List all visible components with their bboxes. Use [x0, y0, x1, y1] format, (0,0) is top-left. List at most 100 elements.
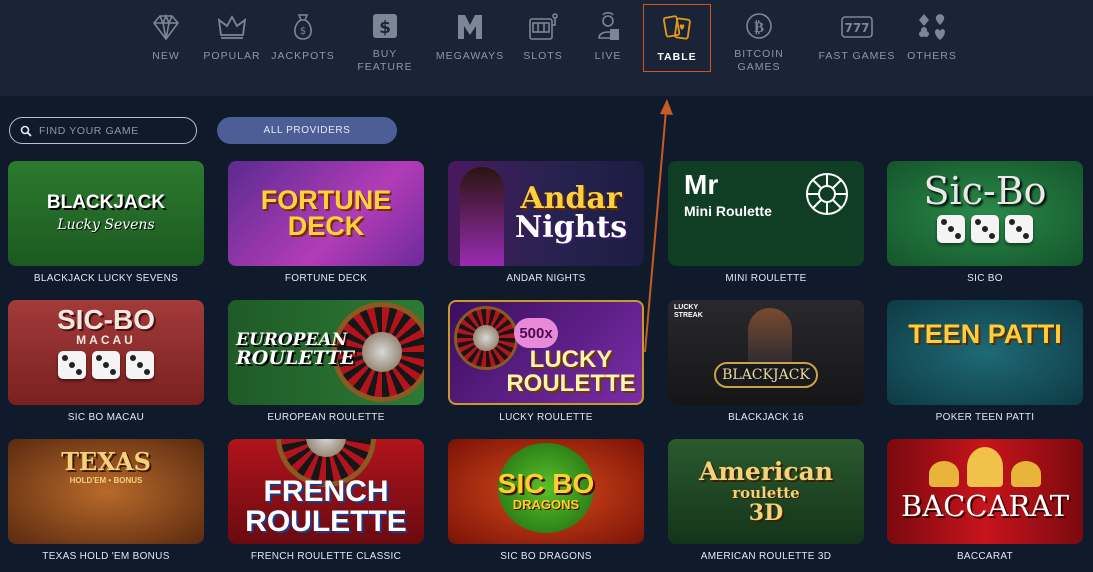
game-tile-blackjack-lucky-sevens[interactable]: BLACKJACK Lucky Sevens [8, 161, 204, 266]
category-bar: NEW POPULAR $ JACKPOTS $ BUY FEATURE MEG… [0, 0, 1093, 96]
tile-art-title: BLACKJACK [46, 192, 166, 214]
tile-art-title: TEEN PATTI [908, 319, 1062, 349]
game-name[interactable]: LUCKY ROULETTE [448, 412, 644, 423]
category-slots[interactable]: SLOTS [518, 4, 568, 72]
svg-text:$: $ [300, 26, 306, 37]
crown-icon [215, 10, 249, 44]
game-name[interactable]: EUROPEAN ROULETTE [228, 412, 424, 423]
game-name[interactable]: BACCARAT [887, 551, 1083, 562]
category-others[interactable]: OTHERS [906, 4, 958, 72]
game-name[interactable]: BLACKJACK LUCKY SEVENS [8, 273, 204, 284]
game-tile-andar-nights[interactable]: Andar Nights [448, 161, 644, 266]
svg-text:₿: ₿ [754, 18, 764, 36]
game-name[interactable]: MINI ROULETTE [668, 273, 864, 284]
search-input[interactable] [39, 124, 189, 137]
tile-art-title: Sic-Bo [923, 169, 1047, 213]
tile-art-subtitle: Mini Roulette [684, 203, 772, 219]
roulette-wheel-icon [806, 173, 848, 215]
game-name[interactable]: POKER TEEN PATTI [887, 412, 1083, 423]
tile-art-title: BACCARAT [900, 489, 1070, 523]
card-suits-icon [915, 10, 949, 44]
search-icon [20, 125, 32, 137]
game-tile-sic-bo-macau[interactable]: SIC-BO MACAU [8, 300, 204, 405]
tile-art-title: FRENCH [263, 475, 389, 508]
game-name[interactable]: FORTUNE DECK [228, 273, 424, 284]
tile-art-title: TEXAS [61, 447, 151, 476]
tile-art-subtitle: Lucky Sevens [57, 216, 155, 233]
category-label: MEGAWAYS [435, 50, 505, 62]
game-name[interactable]: TEXAS HOLD 'EM BONUS [8, 551, 204, 562]
svg-text:$: $ [379, 18, 391, 38]
game-tile-baccarat[interactable]: BACCARAT [887, 439, 1083, 544]
category-label: TABLE [657, 51, 697, 63]
all-providers-button[interactable]: ALL PROVIDERS [217, 117, 397, 144]
category-fast-games[interactable]: 777 FAST GAMES [818, 4, 896, 72]
category-label: OTHERS [907, 50, 957, 62]
tile-art-title: LUCKY [529, 346, 613, 373]
game-name[interactable]: SIC BO MACAU [8, 412, 204, 423]
tile-art-subtitle: ROULETTE [245, 505, 407, 538]
category-megaways[interactable]: MEGAWAYS [436, 4, 504, 72]
dice-group [934, 215, 1036, 248]
category-label: BITCOIN GAMES [734, 48, 784, 73]
tile-art-title: BLACKJACK [714, 362, 818, 388]
game-name[interactable]: AMERICAN ROULETTE 3D [668, 551, 864, 562]
category-popular[interactable]: POPULAR [203, 4, 261, 72]
category-new[interactable]: NEW [140, 4, 192, 72]
tile-art-subtitle: HOLD'EM • BONUS [69, 475, 143, 485]
777-icon: 777 [840, 10, 874, 44]
game-name[interactable]: BLACKJACK 16 [668, 412, 864, 423]
tile-art-title: American [698, 457, 834, 486]
tile-art-title: FORTUNE [260, 184, 392, 215]
game-name[interactable]: SIC BO DRAGONS [448, 551, 644, 562]
palace-domes-image [929, 447, 1041, 487]
category-jackpots[interactable]: $ JACKPOTS [271, 4, 335, 72]
game-tile-american-roulette-3d[interactable]: American roulette 3D [668, 439, 864, 544]
tile-art-subtitle: Nights [514, 209, 628, 245]
category-live[interactable]: LIVE [586, 4, 630, 72]
dealer-figure [748, 308, 792, 366]
game-name[interactable]: FRENCH ROULETTE CLASSIC [228, 551, 424, 562]
svg-text:777: 777 [844, 21, 869, 35]
game-tile-fortune-deck[interactable]: FORTUNE DECK [228, 161, 424, 266]
game-tile-texas-holdem-bonus[interactable]: TEXAS HOLD'EM • BONUS [8, 439, 204, 544]
tile-art-subtitle: MACAU [76, 333, 136, 348]
game-name[interactable]: ANDAR NIGHTS [448, 273, 644, 284]
category-table[interactable]: TABLE [643, 4, 711, 72]
game-tile-european-roulette[interactable]: EUROPEAN ROULETTE [228, 300, 424, 405]
category-label: FAST GAMES [818, 50, 896, 62]
game-tile-poker-teen-patti[interactable]: TEEN PATTI [887, 300, 1083, 405]
category-bitcoin-games[interactable]: ₿ BITCOIN GAMES [727, 4, 791, 73]
money-bag-icon: $ [286, 10, 320, 44]
diamond-icon [149, 10, 183, 44]
category-label: SLOTS [523, 50, 563, 62]
game-tile-sic-bo-dragons[interactable]: SIC BO DRAGONS [448, 439, 644, 544]
category-label: JACKPOTS [271, 50, 335, 62]
game-tile-french-roulette-classic[interactable]: FRENCH ROULETTE [228, 439, 424, 544]
game-tile-sic-bo[interactable]: Sic-Bo [887, 161, 1083, 266]
tile-art-badge: 3D [748, 500, 784, 526]
tile-art-subtitle: ROULETTE [236, 347, 355, 369]
game-tile-mini-roulette[interactable]: Mr Mini Roulette [668, 161, 864, 266]
category-label: POPULAR [203, 50, 261, 62]
game-tile-lucky-roulette[interactable]: 500x LUCKY ROULETTE [448, 300, 644, 405]
multiplier-badge: 500x [514, 318, 558, 348]
tile-art-subtitle: ROULETTE [506, 370, 636, 397]
tile-art-title: Mr [684, 169, 719, 200]
game-tile-blackjack-16[interactable]: LUCKY STREAK BLACKJACK [668, 300, 864, 405]
playing-cards-icon [660, 11, 694, 45]
tile-art-subtitle: DECK [287, 210, 365, 241]
dice-group [55, 351, 157, 384]
category-label: LIVE [594, 50, 622, 62]
search-box [9, 117, 197, 144]
category-label: NEW [152, 50, 180, 62]
provider-badge: LUCKY STREAK [674, 304, 703, 319]
slot-machine-icon [526, 10, 560, 44]
game-name[interactable]: SIC BO [887, 273, 1083, 284]
megaways-m-icon [453, 10, 487, 44]
category-buy-feature[interactable]: $ BUY FEATURE [346, 4, 424, 73]
category-label: BUY FEATURE [357, 48, 413, 73]
bitcoin-icon: ₿ [742, 10, 776, 42]
tile-art-title: SIC-BO [57, 303, 155, 335]
dollar-box-icon: $ [368, 10, 402, 42]
